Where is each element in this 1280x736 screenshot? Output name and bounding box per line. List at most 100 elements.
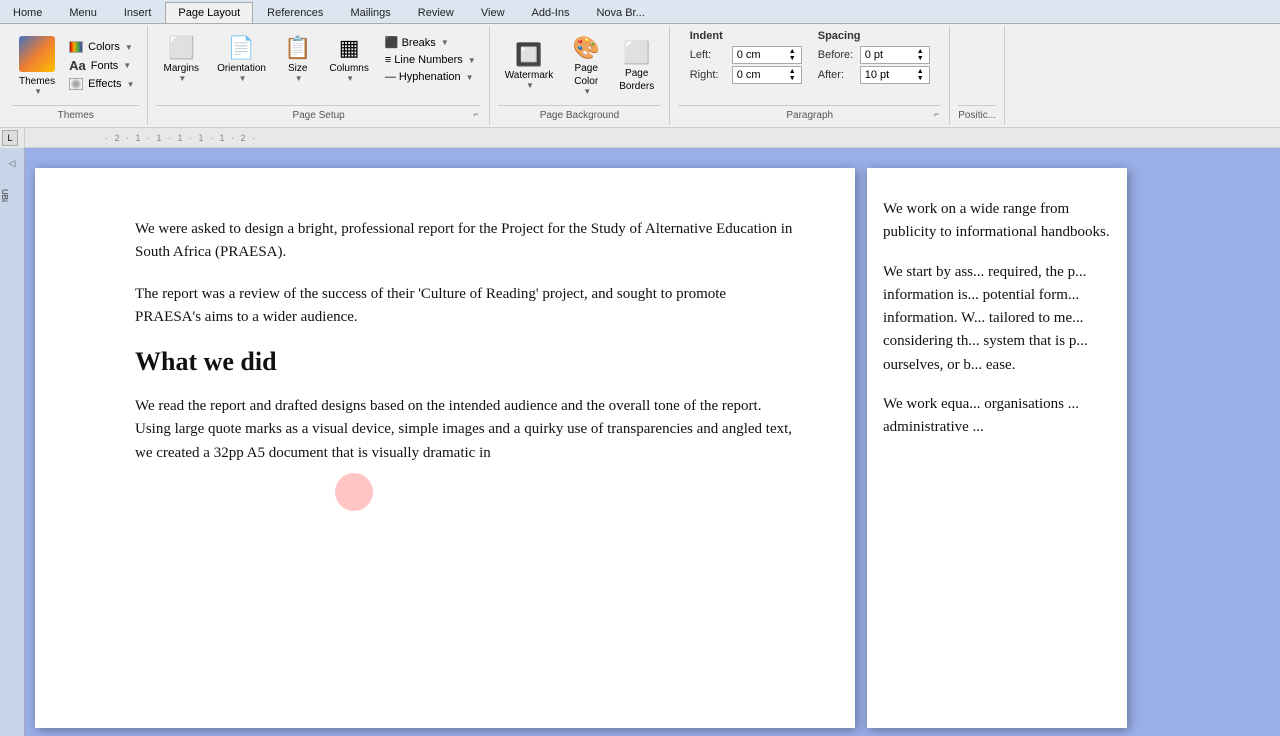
paragraph-3: We read the report and drafted designs b… xyxy=(135,395,795,465)
breaks-button[interactable]: ⬛ Breaks ▼ xyxy=(380,34,481,51)
columns-button[interactable]: ▦ Columns ▼ xyxy=(322,30,375,88)
spacing-after-value: 10 pt xyxy=(865,69,889,81)
margins-label: Margins xyxy=(163,63,199,74)
fonts-label: Fonts xyxy=(91,60,119,72)
spacing-after-down[interactable]: ▼ xyxy=(916,75,925,82)
fonts-dropdown-arrow: ▼ xyxy=(123,61,131,70)
spacing-after-spinner[interactable]: ▲ ▼ xyxy=(916,68,925,82)
page-background-label: Page Background xyxy=(498,105,662,121)
paragraph-inner: Indent Left: 0 cm ▲ ▼ Right: xyxy=(690,30,930,101)
page-color-arrow: ▼ xyxy=(583,87,591,96)
fonts-button[interactable]: Aa Fonts ▼ xyxy=(64,56,139,75)
size-button[interactable]: 📋 Size ▼ xyxy=(277,30,318,88)
hyphenation-icon: — xyxy=(385,71,396,83)
ribbon: Home Menu Insert Page Layout References … xyxy=(0,0,1280,128)
watermark-icon: 🔲 xyxy=(515,42,542,68)
columns-arrow: ▼ xyxy=(346,74,354,83)
line-numbers-icon: ≡ xyxy=(385,54,391,66)
layout-corner-btn[interactable]: L xyxy=(2,130,18,146)
tab-page-layout[interactable]: Page Layout xyxy=(165,2,253,23)
indent-left-input[interactable]: 0 cm ▲ ▼ xyxy=(732,46,802,64)
tab-mailings[interactable]: Mailings xyxy=(337,2,403,23)
indent-left-row: Left: 0 cm ▲ ▼ xyxy=(690,46,802,64)
indent-right-spinner[interactable]: ▲ ▼ xyxy=(788,68,797,82)
spacing-before-down[interactable]: ▼ xyxy=(916,55,925,62)
colors-icon xyxy=(69,41,83,53)
orientation-icon: 📄 xyxy=(228,35,255,61)
columns-icon: ▦ xyxy=(339,35,360,61)
sidebar-icon-1[interactable]: ◁ xyxy=(0,158,24,169)
page-borders-button[interactable]: ⬜ Page Borders xyxy=(612,35,661,97)
page-background-group: 🔲 Watermark ▼ 🎨 Page Color ▼ ⬜ Page Bord… xyxy=(490,26,671,125)
margins-button[interactable]: ⬜ Margins ▼ xyxy=(156,30,206,88)
spacing-after-row: After: 10 pt ▲ ▼ xyxy=(818,66,930,84)
indent-left-value: 0 cm xyxy=(737,49,761,61)
tab-view[interactable]: View xyxy=(468,2,518,23)
document-area: ◁ UBi We were asked to design a bright, … xyxy=(0,148,1280,736)
page-borders-icon: ⬜ xyxy=(623,40,650,66)
hyphenation-arrow: ▼ xyxy=(466,73,474,82)
indent-right-up[interactable]: ▲ xyxy=(788,68,797,75)
tab-home[interactable]: Home xyxy=(0,2,55,23)
ribbon-tabs: Home Menu Insert Page Layout References … xyxy=(0,0,1280,24)
position-label: Positic... xyxy=(958,105,996,121)
indent-left-down[interactable]: ▼ xyxy=(788,55,797,62)
effects-dropdown-arrow: ▼ xyxy=(127,80,135,89)
tab-addins[interactable]: Add-Ins xyxy=(519,2,583,23)
effects-button[interactable]: Effects ▼ xyxy=(64,76,139,92)
tab-insert[interactable]: Insert xyxy=(111,2,165,23)
orientation-arrow: ▼ xyxy=(239,74,247,83)
indent-label: Indent xyxy=(690,30,802,42)
colors-button[interactable]: Colors ▼ xyxy=(64,39,139,55)
spacing-before-up[interactable]: ▲ xyxy=(916,48,925,55)
page-color-button[interactable]: 🎨 Page Color ▼ xyxy=(564,30,608,101)
line-numbers-button[interactable]: ≡ Line Numbers ▼ xyxy=(380,52,481,68)
breaks-label: Breaks xyxy=(402,37,436,49)
themes-dropdown-arrow: ▼ xyxy=(34,87,42,96)
spacing-before-input[interactable]: 0 pt ▲ ▼ xyxy=(860,46,930,64)
spacing-after-input[interactable]: 10 pt ▲ ▼ xyxy=(860,66,930,84)
indent-right-label: Right: xyxy=(690,69,728,81)
ribbon-content: Themes ▼ Colors ▼ Aa Fonts ▼ xyxy=(0,24,1280,127)
indent-left-spinner[interactable]: ▲ ▼ xyxy=(788,48,797,62)
size-arrow: ▼ xyxy=(295,74,303,83)
page-1: We were asked to design a bright, profes… xyxy=(35,168,855,728)
watermark-button[interactable]: 🔲 Watermark ▼ xyxy=(498,37,561,95)
spacing-after-label: After: xyxy=(818,69,856,81)
heading-what-we-did: What we did xyxy=(135,347,795,377)
tab-references[interactable]: References xyxy=(254,2,336,23)
themes-label: Themes xyxy=(19,76,55,87)
tab-nova[interactable]: Nova Br... xyxy=(583,2,657,23)
tab-menu[interactable]: Menu xyxy=(56,2,110,23)
page-setup-inner: ⬜ Margins ▼ 📄 Orientation ▼ 📋 Size ▼ xyxy=(156,30,480,101)
page-borders-label: Page xyxy=(625,68,648,79)
page-setup-expand[interactable]: ⌐ xyxy=(473,109,478,119)
hyphenation-button[interactable]: — Hyphenation ▼ xyxy=(380,69,481,85)
columns-label: Columns xyxy=(329,63,368,74)
indent-right-input[interactable]: 0 cm ▲ ▼ xyxy=(732,66,802,84)
indent-left-up[interactable]: ▲ xyxy=(788,48,797,55)
themes-button[interactable]: Themes ▼ xyxy=(12,31,62,101)
paragraph-group: Indent Left: 0 cm ▲ ▼ Right: xyxy=(670,26,950,125)
paragraph-expand[interactable]: ⌐ xyxy=(934,109,939,119)
effects-label: Effects xyxy=(88,78,121,90)
cursor-circle xyxy=(335,473,373,511)
themes-sub-buttons: Colors ▼ Aa Fonts ▼ Effects ▼ xyxy=(64,39,139,92)
spacing-after-up[interactable]: ▲ xyxy=(916,68,925,75)
themes-icon xyxy=(19,36,55,72)
document-scroll[interactable]: We were asked to design a bright, profes… xyxy=(25,148,1280,736)
tab-review[interactable]: Review xyxy=(405,2,467,23)
orientation-button[interactable]: 📄 Orientation ▼ xyxy=(210,30,273,88)
indent-right-down[interactable]: ▼ xyxy=(788,75,797,82)
indent-right-value: 0 cm xyxy=(737,69,761,81)
spacing-before-spinner[interactable]: ▲ ▼ xyxy=(916,48,925,62)
line-numbers-arrow: ▼ xyxy=(468,56,476,65)
spacing-label: Spacing xyxy=(818,30,930,42)
watermark-arrow: ▼ xyxy=(526,81,534,90)
margins-icon: ⬜ xyxy=(168,35,195,61)
indent-right-row: Right: 0 cm ▲ ▼ xyxy=(690,66,802,84)
page-2: We work on a wide range from publicity t… xyxy=(867,168,1127,728)
page-color-icon: 🎨 xyxy=(573,35,600,61)
indent-section: Indent Left: 0 cm ▲ ▼ Right: xyxy=(690,30,802,84)
sidebar-text: UBi xyxy=(0,189,9,202)
